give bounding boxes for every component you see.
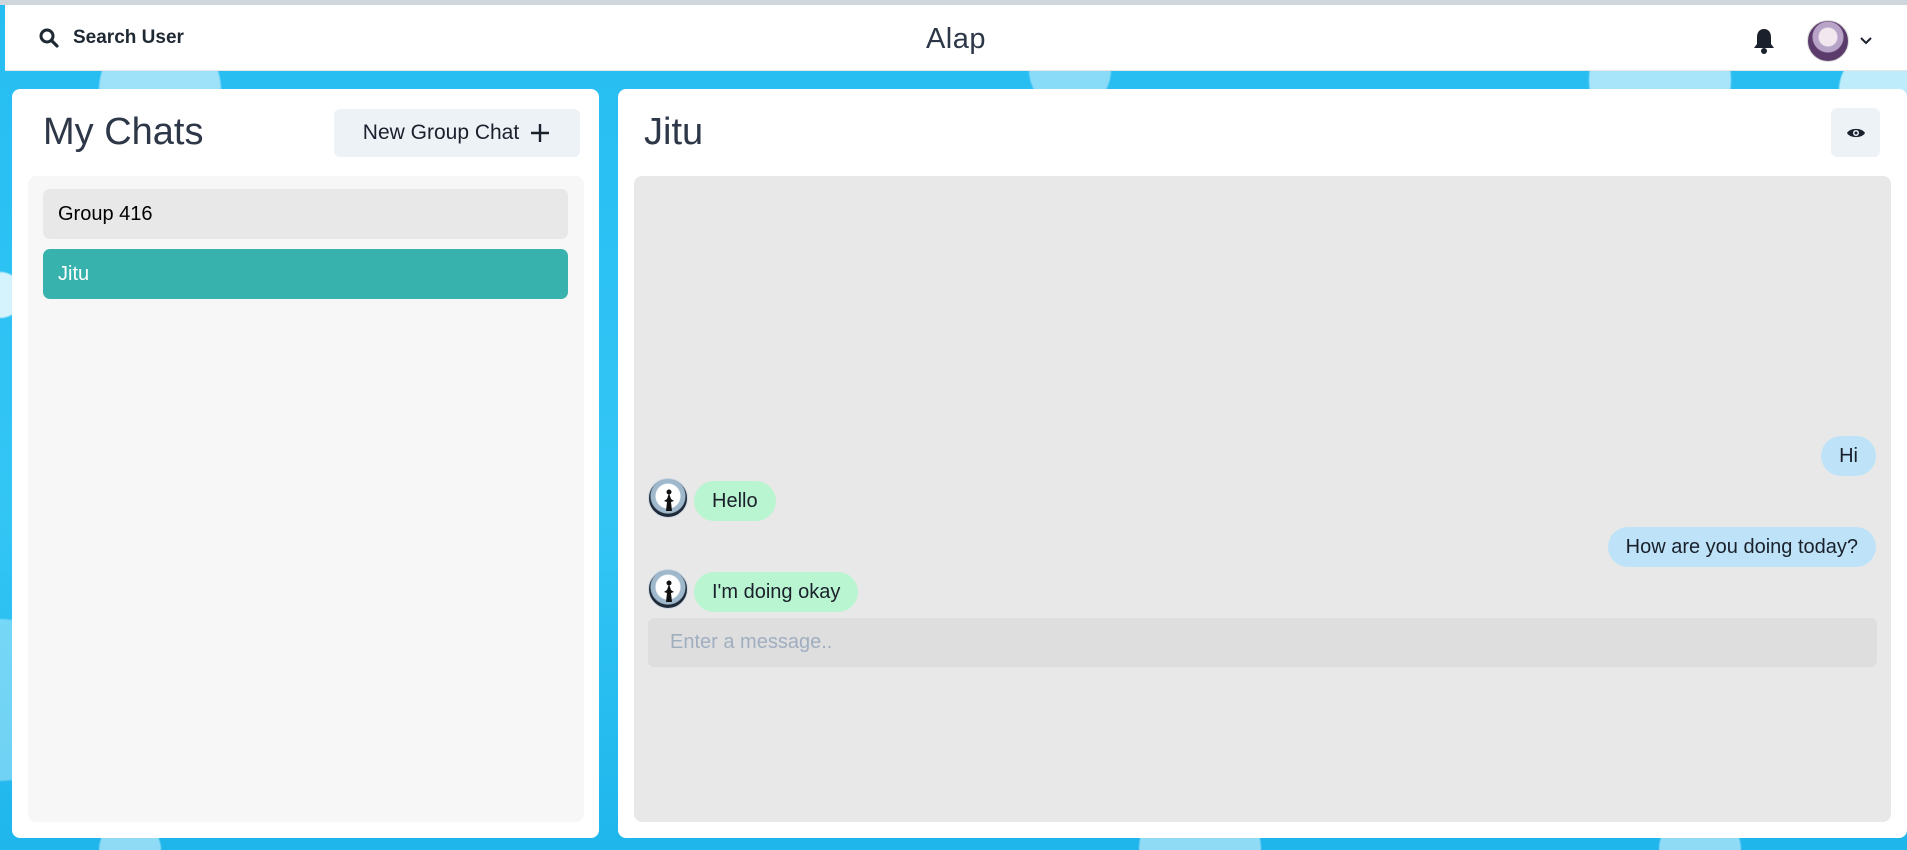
avatar bbox=[1807, 20, 1849, 62]
conversation-panel: Jitu Hi Hello How are you doing today? I… bbox=[618, 89, 1907, 838]
message-text: How are you doing today? bbox=[1625, 535, 1858, 558]
my-chats-title: My Chats bbox=[43, 111, 204, 153]
search-icon bbox=[39, 28, 59, 48]
message-text: I'm doing okay bbox=[712, 580, 841, 603]
sender-avatar bbox=[648, 478, 688, 518]
message-bubble-sent: Hi bbox=[1821, 436, 1876, 476]
message-input[interactable] bbox=[648, 618, 1877, 667]
chat-list-item-jitu[interactable]: Jitu bbox=[43, 249, 568, 299]
message-bubble-sent: How are you doing today? bbox=[1607, 527, 1876, 567]
new-group-chat-button[interactable]: New Group Chat bbox=[334, 109, 580, 157]
plus-icon bbox=[529, 122, 551, 144]
message-bubble-received: I'm doing okay bbox=[694, 572, 859, 612]
chat-list-item-label: Jitu bbox=[58, 262, 90, 285]
message-bubble-received: Hello bbox=[694, 481, 776, 521]
message-text: Hi bbox=[1839, 444, 1858, 467]
chevron-down-icon bbox=[1859, 36, 1873, 46]
app-title: Alap bbox=[925, 23, 987, 55]
eye-icon bbox=[1846, 126, 1866, 140]
search-user-label: Search User bbox=[73, 27, 184, 48]
bell-icon[interactable] bbox=[1751, 27, 1777, 55]
top-header: Search User Alap bbox=[5, 5, 1907, 71]
message-text: Hello bbox=[712, 489, 758, 512]
new-group-chat-label: New Group Chat bbox=[362, 121, 520, 144]
chat-list-item-group-416[interactable]: Group 416 bbox=[43, 189, 568, 239]
my-chats-panel: My Chats New Group Chat Group 416 Jitu bbox=[12, 89, 599, 838]
conversation-title: Jitu bbox=[644, 111, 704, 153]
view-profile-button[interactable] bbox=[1831, 108, 1880, 157]
sender-avatar bbox=[648, 569, 688, 609]
profile-menu-button[interactable] bbox=[1807, 19, 1879, 63]
chat-list: Group 416 Jitu bbox=[28, 176, 584, 822]
messages-area: Hi Hello How are you doing today? I'm do… bbox=[634, 176, 1891, 822]
search-user-button[interactable]: Search User bbox=[29, 18, 199, 58]
chat-list-item-label: Group 416 bbox=[58, 202, 153, 225]
